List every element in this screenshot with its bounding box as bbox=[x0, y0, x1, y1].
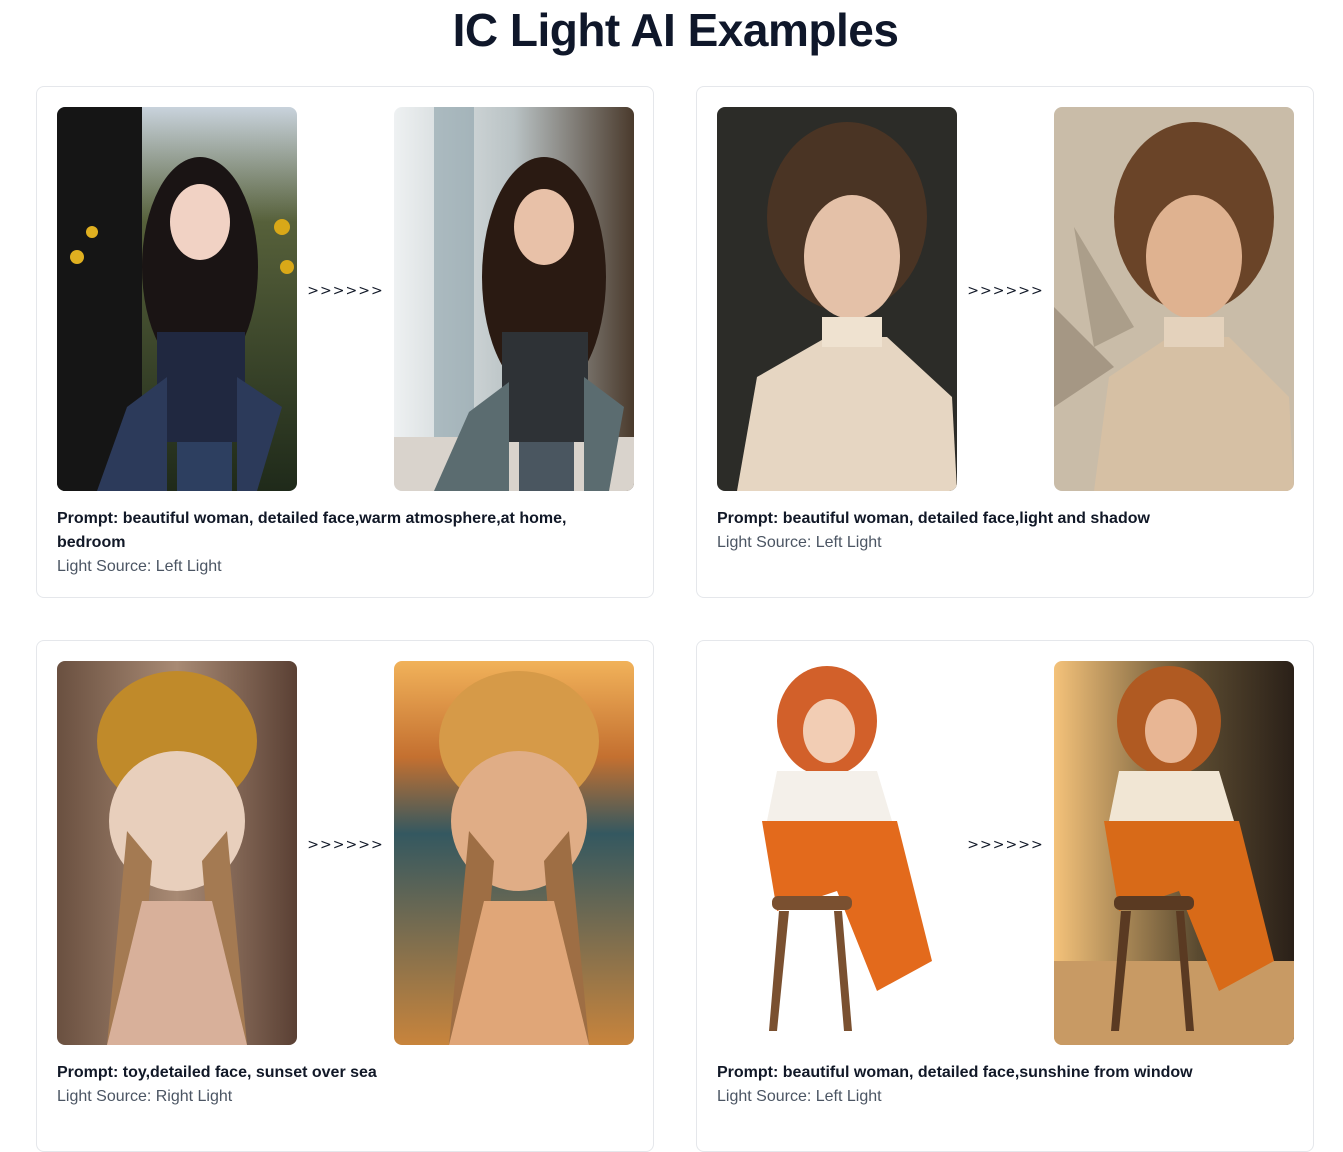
example-card-3: >>>>>> Prompt: toy,detailed face, sunset… bbox=[36, 640, 654, 1152]
example-card-2: >>>>>> Prompt: beautiful woman, detailed… bbox=[696, 86, 1314, 598]
light-source-text: Light Source: Right Light bbox=[57, 1088, 233, 1105]
after-image bbox=[1054, 661, 1294, 1045]
light-source-text: Light Source: Left Light bbox=[57, 558, 222, 575]
light-source-text: Light Source: Left Light bbox=[717, 1088, 882, 1105]
example-card-4: >>>>>> Prompt: beautiful woman, detailed… bbox=[696, 640, 1314, 1152]
before-image bbox=[57, 661, 297, 1045]
prompt-text: Prompt: beautiful woman, detailed face,s… bbox=[717, 1061, 1277, 1109]
light-source-text: Light Source: Left Light bbox=[717, 534, 882, 551]
transform-arrow: >>>>>> bbox=[307, 283, 384, 299]
before-image bbox=[717, 661, 957, 1045]
after-image bbox=[1054, 107, 1294, 491]
prompt-text: Prompt: toy,detailed face, sunset over s… bbox=[57, 1061, 617, 1109]
before-image bbox=[57, 107, 297, 491]
prompt-text: Prompt: beautiful woman, detailed face,l… bbox=[717, 507, 1277, 555]
page-title: IC Light AI Examples bbox=[452, 4, 899, 56]
after-image bbox=[394, 107, 634, 491]
before-image bbox=[717, 107, 957, 491]
transform-arrow: >>>>>> bbox=[307, 837, 384, 853]
transform-arrow: >>>>>> bbox=[967, 837, 1044, 853]
transform-arrow: >>>>>> bbox=[967, 283, 1044, 299]
after-image bbox=[394, 661, 634, 1045]
example-card-1: >>>>>> Prompt: beautiful woman, detailed… bbox=[36, 86, 654, 598]
prompt-text: Prompt: beautiful woman, detailed face,w… bbox=[57, 507, 617, 579]
